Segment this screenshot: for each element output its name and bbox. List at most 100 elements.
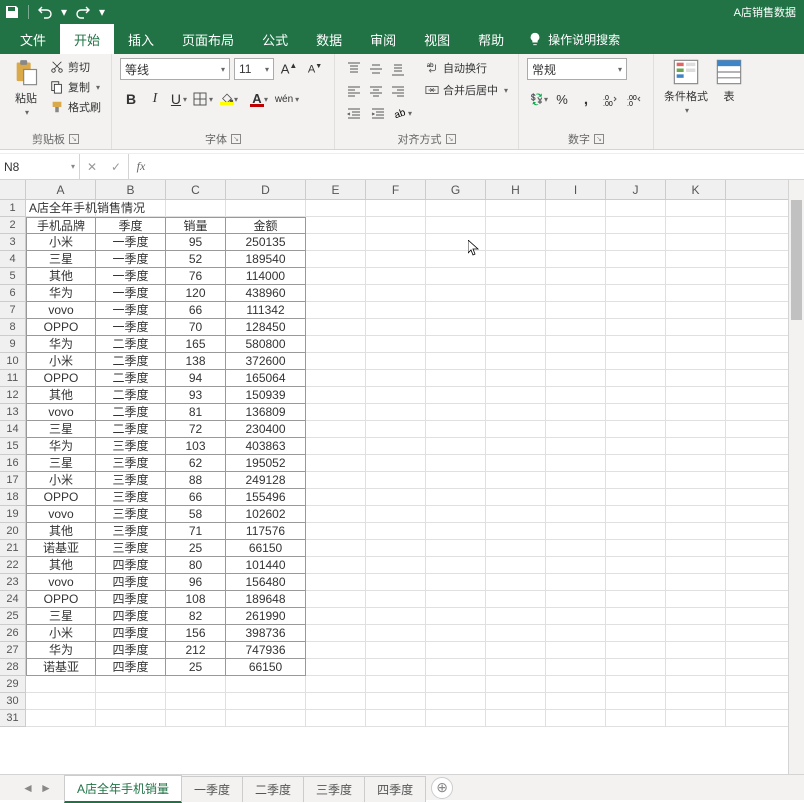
cell-G24[interactable] — [426, 591, 486, 608]
comma-button[interactable]: , — [575, 88, 597, 110]
cell-I9[interactable] — [546, 336, 606, 353]
cell-I11[interactable] — [546, 370, 606, 387]
cell-C20[interactable]: 71 — [166, 523, 226, 540]
cancel-formula-button[interactable]: ✕ — [80, 155, 104, 179]
cell-G9[interactable] — [426, 336, 486, 353]
cell-I19[interactable] — [546, 506, 606, 523]
sheet-tab-active[interactable]: A店全年手机销量 — [64, 775, 182, 803]
row-header-31[interactable]: 31 — [0, 710, 25, 727]
cell-F5[interactable] — [366, 268, 426, 285]
cell-D5[interactable]: 114000 — [226, 268, 306, 285]
cell-D14[interactable]: 230400 — [226, 421, 306, 438]
cell-A26[interactable]: 小米 — [26, 625, 96, 642]
cell-H30[interactable] — [486, 693, 546, 710]
cell-B1[interactable] — [96, 200, 166, 217]
cell-D9[interactable]: 580800 — [226, 336, 306, 353]
cell-C24[interactable]: 108 — [166, 591, 226, 608]
clipboard-dialog-launcher[interactable]: ↘ — [69, 134, 79, 144]
cell-K16[interactable] — [666, 455, 726, 472]
cell-C4[interactable]: 52 — [166, 251, 226, 268]
align-right-button[interactable] — [387, 80, 409, 102]
cell-C5[interactable]: 76 — [166, 268, 226, 285]
cell-B26[interactable]: 四季度 — [96, 625, 166, 642]
cell-A3[interactable]: 小米 — [26, 234, 96, 251]
decrease-decimal-button[interactable]: .00.0 — [623, 88, 645, 110]
cell-C10[interactable]: 138 — [166, 353, 226, 370]
row-header-10[interactable]: 10 — [0, 353, 25, 370]
row-header-27[interactable]: 27 — [0, 642, 25, 659]
cell-E22[interactable] — [306, 557, 366, 574]
cell-J5[interactable] — [606, 268, 666, 285]
cell-K6[interactable] — [666, 285, 726, 302]
cell-G26[interactable] — [426, 625, 486, 642]
cell-K30[interactable] — [666, 693, 726, 710]
cell-F28[interactable] — [366, 659, 426, 676]
cell-A4[interactable]: 三星 — [26, 251, 96, 268]
cell-E11[interactable] — [306, 370, 366, 387]
cell-H22[interactable] — [486, 557, 546, 574]
cell-G14[interactable] — [426, 421, 486, 438]
column-header-B[interactable]: B — [96, 180, 166, 199]
cell-I18[interactable] — [546, 489, 606, 506]
cell-H16[interactable] — [486, 455, 546, 472]
cell-A10[interactable]: 小米 — [26, 353, 96, 370]
accounting-format-button[interactable]: 💱▾ — [527, 88, 549, 110]
align-middle-button[interactable] — [365, 58, 387, 80]
cell-J23[interactable] — [606, 574, 666, 591]
cell-G6[interactable] — [426, 285, 486, 302]
cell-J4[interactable] — [606, 251, 666, 268]
tab-view[interactable]: 视图 — [410, 24, 464, 54]
cell-C29[interactable] — [166, 676, 226, 693]
cell-C30[interactable] — [166, 693, 226, 710]
cell-G28[interactable] — [426, 659, 486, 676]
row-header-20[interactable]: 20 — [0, 523, 25, 540]
row-header-29[interactable]: 29 — [0, 676, 25, 693]
cell-I5[interactable] — [546, 268, 606, 285]
row-header-15[interactable]: 15 — [0, 438, 25, 455]
column-header-A[interactable]: A — [26, 180, 96, 199]
cell-C17[interactable]: 88 — [166, 472, 226, 489]
cell-G31[interactable] — [426, 710, 486, 727]
cell-G17[interactable] — [426, 472, 486, 489]
cell-K31[interactable] — [666, 710, 726, 727]
align-center-button[interactable] — [365, 80, 387, 102]
cell-K13[interactable] — [666, 404, 726, 421]
row-header-2[interactable]: 2 — [0, 217, 25, 234]
cell-C7[interactable]: 66 — [166, 302, 226, 319]
fx-icon[interactable]: fx — [129, 154, 153, 179]
cell-D11[interactable]: 165064 — [226, 370, 306, 387]
cell-D18[interactable]: 155496 — [226, 489, 306, 506]
cell-A1[interactable]: A店全年手机销售情况 — [26, 200, 96, 217]
cell-F8[interactable] — [366, 319, 426, 336]
row-header-16[interactable]: 16 — [0, 455, 25, 472]
column-header-E[interactable]: E — [306, 180, 366, 199]
cell-A25[interactable]: 三星 — [26, 608, 96, 625]
cell-E16[interactable] — [306, 455, 366, 472]
cell-E23[interactable] — [306, 574, 366, 591]
cell-J6[interactable] — [606, 285, 666, 302]
cell-C14[interactable]: 72 — [166, 421, 226, 438]
cell-J15[interactable] — [606, 438, 666, 455]
cell-A19[interactable]: vovo — [26, 506, 96, 523]
cell-B18[interactable]: 三季度 — [96, 489, 166, 506]
row-header-23[interactable]: 23 — [0, 574, 25, 591]
cell-B11[interactable]: 二季度 — [96, 370, 166, 387]
row-header-5[interactable]: 5 — [0, 268, 25, 285]
cell-A17[interactable]: 小米 — [26, 472, 96, 489]
cell-H24[interactable] — [486, 591, 546, 608]
row-header-7[interactable]: 7 — [0, 302, 25, 319]
column-header-D[interactable]: D — [226, 180, 306, 199]
font-color-button[interactable]: A▾ — [246, 88, 268, 110]
cell-A6[interactable]: 华为 — [26, 285, 96, 302]
cell-I21[interactable] — [546, 540, 606, 557]
cell-B25[interactable]: 四季度 — [96, 608, 166, 625]
cell-E26[interactable] — [306, 625, 366, 642]
cell-H8[interactable] — [486, 319, 546, 336]
cell-I24[interactable] — [546, 591, 606, 608]
cell-K20[interactable] — [666, 523, 726, 540]
cell-D13[interactable]: 136809 — [226, 404, 306, 421]
cell-G18[interactable] — [426, 489, 486, 506]
cell-F16[interactable] — [366, 455, 426, 472]
cell-F18[interactable] — [366, 489, 426, 506]
cell-H27[interactable] — [486, 642, 546, 659]
